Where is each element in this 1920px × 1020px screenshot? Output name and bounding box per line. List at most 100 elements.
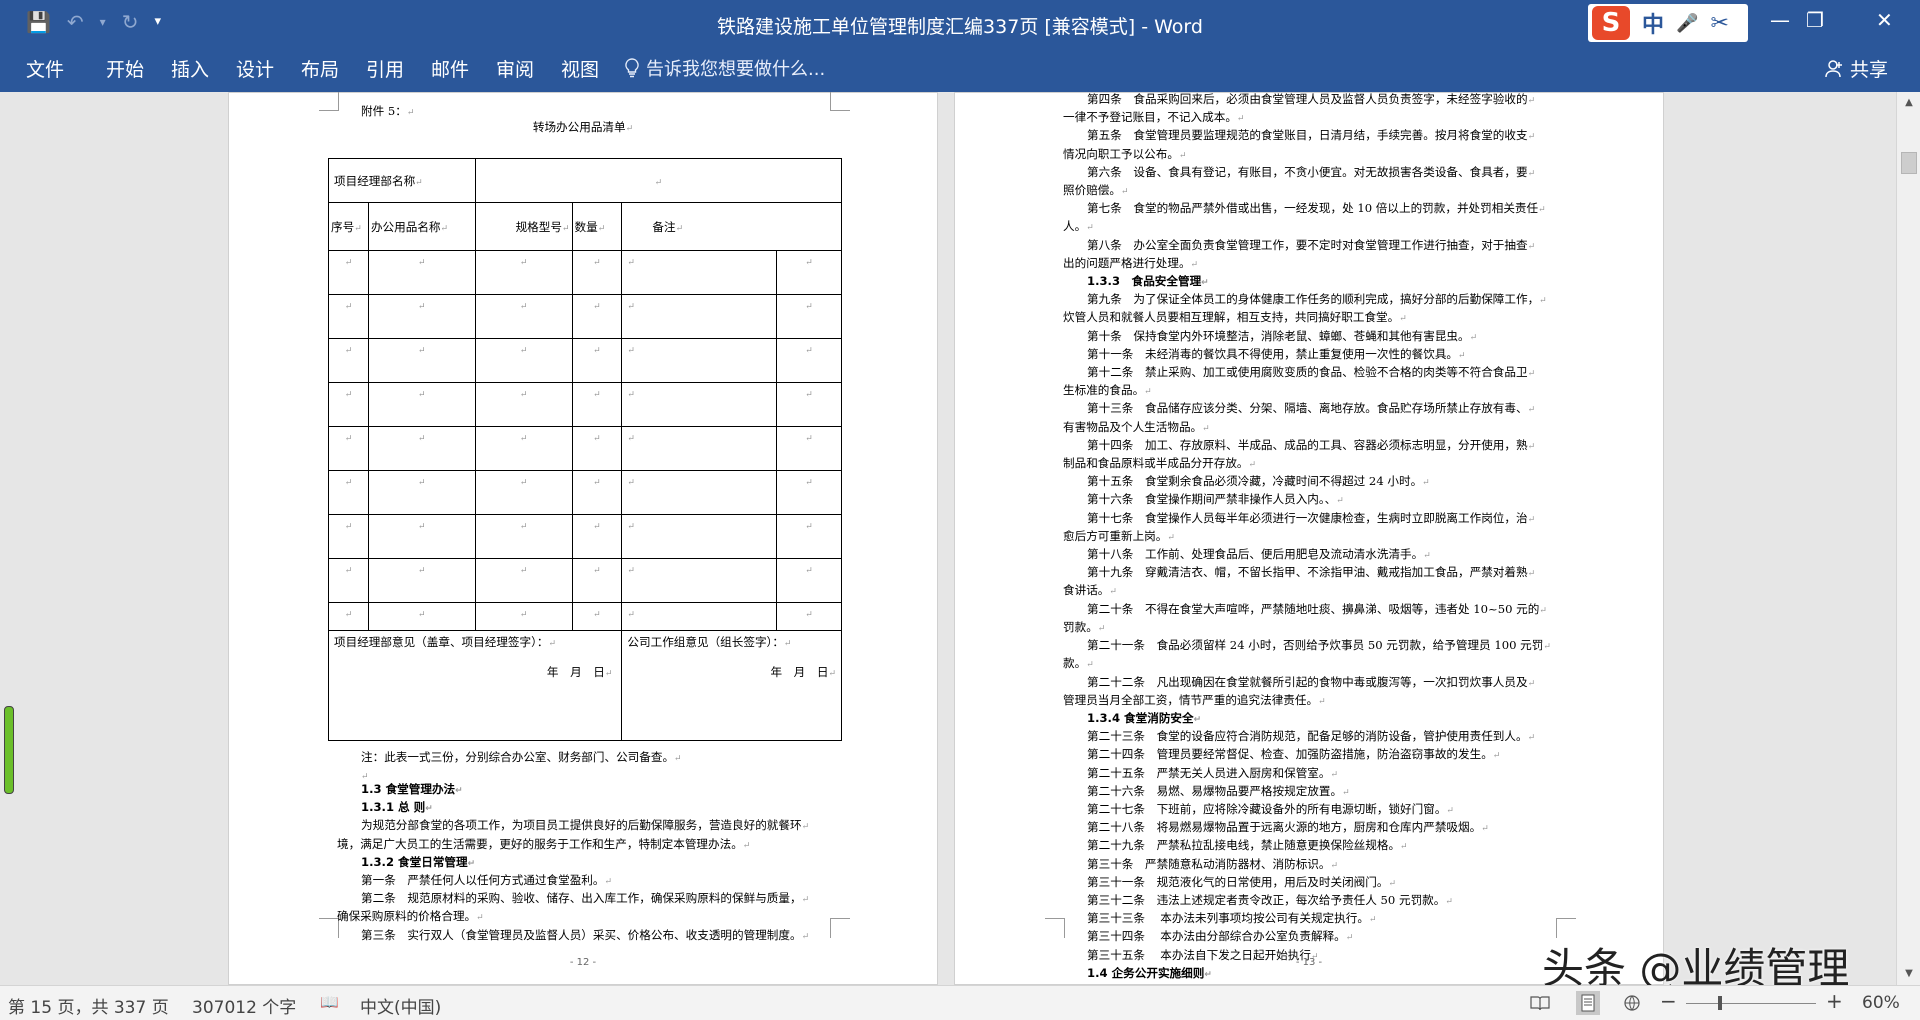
form-cell[interactable]: ↵	[776, 514, 842, 559]
ime-toolbar[interactable]: S 中 🎤 ✂	[1588, 4, 1748, 42]
tab-view[interactable]: 视图	[561, 55, 599, 82]
form-cell[interactable]: ↵	[621, 602, 778, 631]
tab-file[interactable]: 文件	[26, 55, 64, 82]
form-cell[interactable]: ↵	[571, 602, 623, 631]
form-cell[interactable]: ↵	[367, 426, 476, 471]
form-cell[interactable]: ↵	[328, 382, 369, 427]
form-cell[interactable]: ↵	[474, 514, 573, 559]
tab-home[interactable]: 开始	[106, 55, 144, 82]
body-line: 第八条 办公室全面负责食堂管理工作，要不定时对食堂管理工作进行抽查，对于抽查↵	[1087, 237, 1536, 252]
form-cell[interactable]: ↵	[328, 514, 369, 559]
form-cell[interactable]: ↵	[367, 558, 476, 603]
zoom-slider[interactable]	[1686, 1003, 1816, 1004]
scroll-down-icon[interactable]: ▼	[1897, 963, 1920, 985]
sogou-logo-icon[interactable]: S	[1592, 6, 1630, 40]
form-cell[interactable]: ↵	[367, 602, 476, 631]
scroll-up-icon[interactable]: ▲	[1897, 92, 1920, 114]
form-cell[interactable]: ↵	[571, 514, 623, 559]
form-cell[interactable]: ↵	[621, 426, 778, 471]
form-cell[interactable]: ↵	[621, 382, 778, 427]
form-cell[interactable]: ↵	[621, 514, 778, 559]
scissors-icon[interactable]: ✂	[1710, 11, 1728, 36]
zoom-in-button[interactable]: +	[1826, 989, 1843, 1013]
form-cell[interactable]: ↵	[474, 470, 573, 515]
form-cell[interactable]: ↵	[474, 602, 573, 631]
form-cell[interactable]: ↵	[776, 338, 842, 383]
form-cell[interactable]: ↵	[474, 558, 573, 603]
opinion-company-group[interactable]: 公司工作组意见（组长签字）：↵ 年 月 日↵	[621, 630, 842, 741]
share-button[interactable]: 共享	[1824, 55, 1888, 82]
zoom-slider-thumb[interactable]	[1718, 996, 1722, 1010]
page-12[interactable]: 附件 5：↵ 转场办公用品清单↵ 项目经理部名称↵ ↵ 序号↵ 办公用品名称↵ …	[228, 92, 938, 985]
form-cell[interactable]: ↵	[621, 558, 778, 603]
form-cell[interactable]: ↵	[474, 382, 573, 427]
person-icon	[1825, 59, 1842, 77]
form-cell[interactable]: ↵	[474, 294, 573, 339]
form-cell[interactable]: ↵	[328, 294, 369, 339]
form-cell[interactable]: ↵	[328, 470, 369, 515]
form-cell[interactable]: ↵	[367, 382, 476, 427]
restore-button[interactable]: ❐	[1806, 8, 1824, 32]
opinion-project-dept[interactable]: 项目经理部意见（盖章、项目经理签字）：↵ 年 月 日↵	[327, 630, 623, 741]
form-cell[interactable]: ↵	[474, 250, 573, 295]
tab-mailings[interactable]: 邮件	[431, 55, 469, 82]
form-cell[interactable]: ↵	[776, 602, 842, 631]
tab-review[interactable]: 审阅	[496, 55, 534, 82]
form-cell[interactable]: ↵	[776, 382, 842, 427]
language-indicator[interactable]: 中文(中国)	[360, 993, 441, 1018]
tab-layout[interactable]: 布局	[301, 55, 339, 82]
ime-mode-toggle[interactable]: 中	[1642, 7, 1664, 39]
side-handle[interactable]	[4, 706, 14, 794]
read-mode-icon[interactable]	[1530, 995, 1550, 1011]
vertical-scrollbar[interactable]: ▲ ▼	[1896, 92, 1920, 985]
word-count[interactable]: 307012 个字	[192, 993, 296, 1018]
form-cell[interactable]: ↵	[328, 338, 369, 383]
project-name-value[interactable]: ↵	[474, 158, 843, 203]
proofing-icon[interactable]: 📖	[320, 993, 339, 1011]
form-cell[interactable]: ↵	[571, 470, 623, 515]
form-cell[interactable]: ↵	[776, 558, 842, 603]
form-cell[interactable]: ↵	[621, 338, 778, 383]
form-cell[interactable]: ↵	[571, 294, 623, 339]
form-cell[interactable]: ↵	[776, 470, 842, 515]
form-cell[interactable]: ↵	[621, 250, 778, 295]
close-button[interactable]: ✕	[1876, 8, 1893, 32]
form-cell[interactable]: ↵	[571, 338, 623, 383]
print-layout-icon[interactable]	[1576, 991, 1600, 1015]
form-cell[interactable]: ↵	[367, 294, 476, 339]
form-cell[interactable]: ↵	[328, 602, 369, 631]
form-cell[interactable]: ↵	[571, 426, 623, 471]
form-cell[interactable]: ↵	[367, 514, 476, 559]
page-13[interactable]: 第四条 食品采购回来后，必须由食堂管理人员及监督人员负责签字，未经签字验收的↵ 一…	[954, 92, 1664, 985]
tab-insert[interactable]: 插入	[171, 55, 209, 82]
form-cell[interactable]: ↵	[776, 250, 842, 295]
form-cell[interactable]: ↵	[776, 294, 842, 339]
scrollbar-thumb[interactable]	[1901, 152, 1917, 174]
form-cell[interactable]: ↵	[367, 338, 476, 383]
tab-references[interactable]: 引用	[366, 55, 404, 82]
document-workspace[interactable]: 附件 5：↵ 转场办公用品清单↵ 项目经理部名称↵ ↵ 序号↵ 办公用品名称↵ …	[0, 92, 1920, 985]
zoom-level[interactable]: 60%	[1862, 993, 1900, 1013]
page-count[interactable]: 第 15 页，共 337 页	[8, 993, 169, 1018]
web-layout-icon[interactable]	[1622, 995, 1642, 1011]
form-cell[interactable]: ↵	[776, 426, 842, 471]
tab-design[interactable]: 设计	[236, 55, 274, 82]
form-cell[interactable]: ↵	[328, 426, 369, 471]
form-cell[interactable]: ↵	[328, 250, 369, 295]
tell-me-search[interactable]: 告诉我您想要做什么...	[624, 55, 825, 81]
office-supplies-form: 项目经理部名称↵ ↵ 序号↵ 办公用品名称↵ 规格型号↵ 数量↵ 备注↵ ↵ ↵ ↵…	[327, 158, 843, 741]
form-cell[interactable]: ↵	[474, 426, 573, 471]
form-cell[interactable]: ↵	[367, 470, 476, 515]
minimize-button[interactable]: —	[1770, 8, 1790, 32]
form-blank-row: ↵ ↵ ↵ ↵ ↵ ↵	[328, 338, 842, 383]
zoom-out-button[interactable]: −	[1660, 989, 1677, 1013]
microphone-icon[interactable]: 🎤	[1676, 13, 1698, 34]
form-cell[interactable]: ↵	[571, 250, 623, 295]
form-cell[interactable]: ↵	[367, 250, 476, 295]
form-cell[interactable]: ↵	[621, 294, 778, 339]
form-cell[interactable]: ↵	[328, 558, 369, 603]
form-cell[interactable]: ↵	[474, 338, 573, 383]
form-cell[interactable]: ↵	[621, 470, 778, 515]
form-cell[interactable]: ↵	[571, 558, 623, 603]
form-cell[interactable]: ↵	[571, 382, 623, 427]
